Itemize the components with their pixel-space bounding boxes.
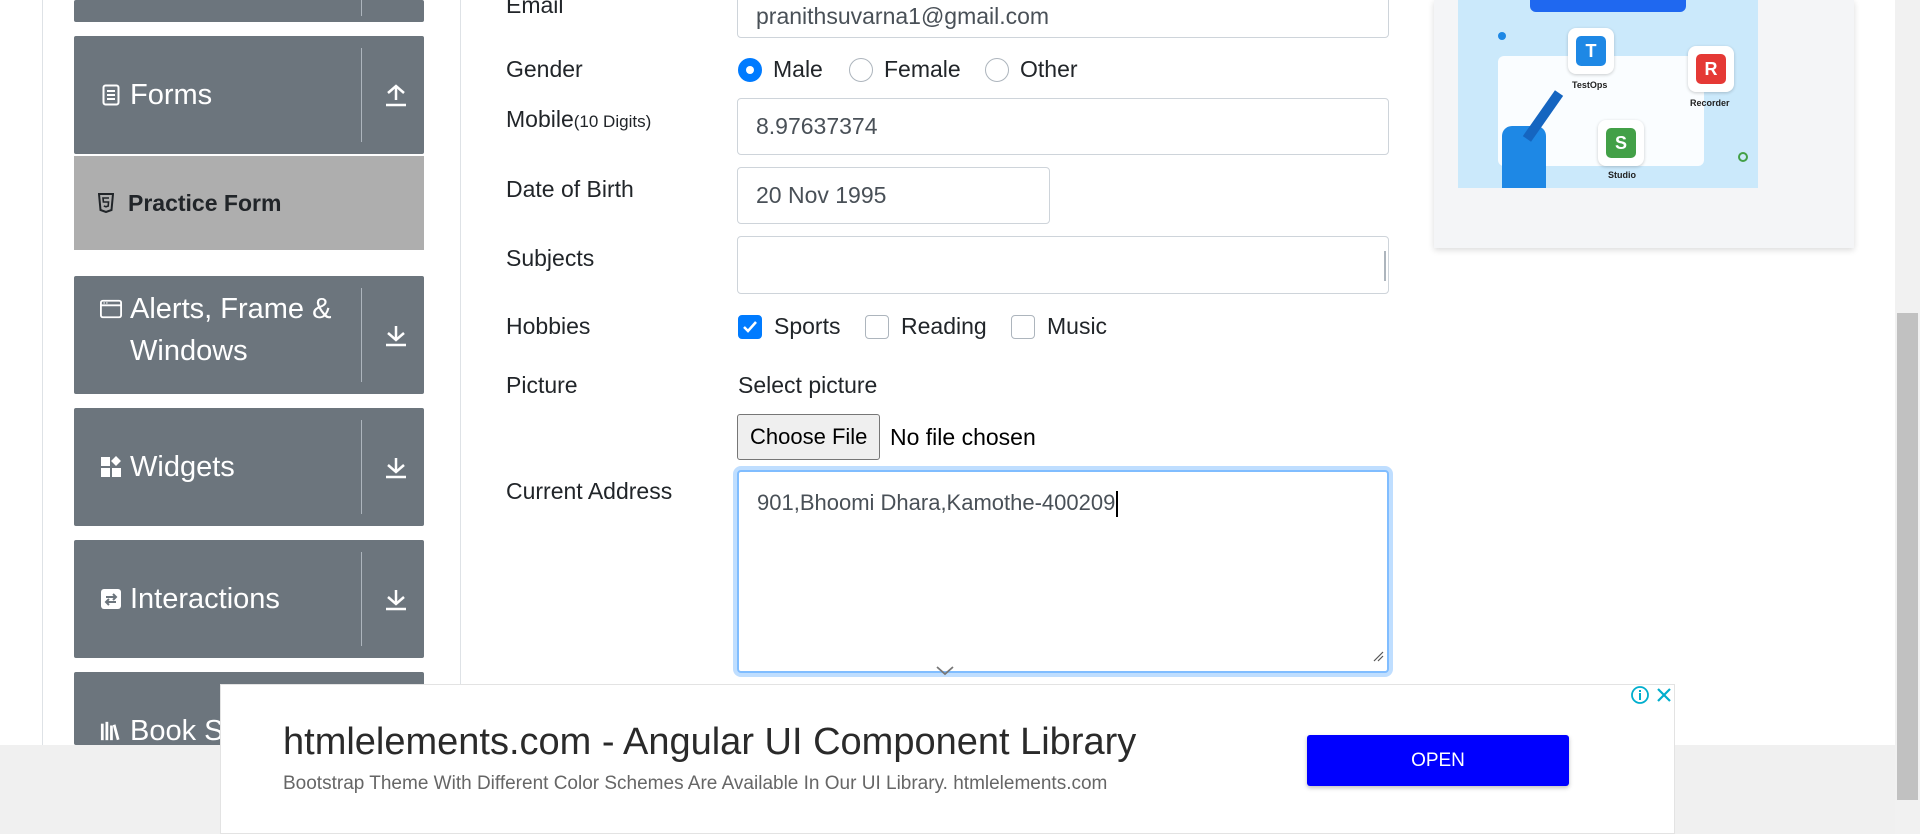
studio-logo-icon: S <box>1598 120 1644 166</box>
expand-arrow-icon[interactable] <box>378 317 414 353</box>
radio-label: Other <box>1020 56 1078 82</box>
chevron-down-icon <box>935 664 955 682</box>
sidebar-item-practice-form[interactable]: Practice Form <box>74 156 424 250</box>
gender-radio-male[interactable]: Male <box>738 56 823 83</box>
subjects-input[interactable] <box>737 236 1389 294</box>
collapse-arrow-icon[interactable] <box>378 77 414 113</box>
testops-logo-icon: T <box>1568 28 1614 74</box>
form-document-icon <box>100 84 122 106</box>
recorder-logo-icon: R <box>1688 46 1734 92</box>
gender-radio-other[interactable]: Other <box>985 56 1078 83</box>
picture-label: Picture <box>506 372 578 398</box>
address-value: 901,Bhoomi Dhara,Kamothe-400209 <box>757 490 1116 515</box>
widgets-icon <box>100 456 122 478</box>
ad-label: Studio <box>1608 170 1636 180</box>
dob-label: Date of Birth <box>506 176 634 202</box>
text-caret <box>1116 491 1119 518</box>
current-address-label: Current Address <box>506 478 673 504</box>
mobile-field[interactable]: 8.97637374 <box>737 98 1389 155</box>
sidebar-group-forms[interactable]: Forms <box>74 36 424 154</box>
ad-cta-button[interactable] <box>1530 0 1686 12</box>
circle-decoration-icon <box>1498 32 1506 40</box>
select-picture-label: Select picture <box>738 372 878 398</box>
content-border <box>460 0 461 745</box>
side-advertisement[interactable]: T TestOps R Recorder S Studio <box>1434 0 1854 248</box>
email-value: pranithsuvarna1@gmail.com <box>756 2 1050 29</box>
radio-label: Female <box>884 56 961 82</box>
radio-selected-icon[interactable] <box>738 57 762 82</box>
dob-value: 20 Nov 1995 <box>756 182 887 208</box>
sidebar-group-label: Widgets <box>130 451 235 483</box>
sidebar-group-widgets[interactable]: Widgets <box>74 408 424 526</box>
radio-icon[interactable] <box>849 57 873 82</box>
circle-decoration-icon <box>1738 152 1748 162</box>
ad-label: TestOps <box>1572 80 1608 90</box>
checkbox-label: Reading <box>901 313 987 339</box>
interactions-icon <box>100 588 122 610</box>
browser-window-icon <box>100 298 122 320</box>
sidebar-group-alerts[interactable]: Alerts, Frame & Windows <box>74 276 424 394</box>
email-label: Email <box>506 0 564 18</box>
choose-file-button[interactable]: Choose File <box>737 414 881 460</box>
file-status: No file chosen <box>890 424 1036 450</box>
hobby-checkbox-music[interactable]: Music <box>1011 313 1107 340</box>
radio-label: Male <box>773 56 823 82</box>
html5-icon <box>96 192 116 214</box>
email-field[interactable]: pranithsuvarna1@gmail.com <box>737 0 1389 38</box>
dob-input[interactable]: 20 Nov 1995 <box>737 167 1050 224</box>
radio-icon[interactable] <box>985 57 1009 82</box>
checkbox-icon[interactable] <box>1011 314 1035 339</box>
checkbox-icon[interactable] <box>865 314 889 339</box>
sidebar-group-label: Forms <box>130 79 213 111</box>
checkbox-label: Sports <box>774 313 841 339</box>
input-resize-marker <box>1384 251 1386 281</box>
banner-description: Bootstrap Theme With Different Color Sch… <box>283 773 1108 794</box>
hobby-checkbox-sports[interactable]: Sports <box>738 313 840 340</box>
ad-label: Recorder <box>1690 98 1730 108</box>
hobbies-label: Hobbies <box>506 313 591 339</box>
resize-handle-icon[interactable] <box>1372 642 1384 668</box>
sidebar-group-label: Alerts, Frame & Windows <box>130 293 332 367</box>
checkbox-checked-icon[interactable] <box>738 314 762 339</box>
expand-arrow-icon[interactable] <box>378 581 414 617</box>
subjects-label: Subjects <box>506 245 595 271</box>
banner-title[interactable]: htmlelements.com - Angular UI Component … <box>283 721 1136 764</box>
sidebar-border <box>42 0 43 745</box>
sidebar-group-elements[interactable] <box>74 0 424 22</box>
sidebar-item-label: Practice Form <box>128 189 282 216</box>
gender-radio-female[interactable]: Female <box>849 56 961 83</box>
sidebar-group-label: Book S <box>130 715 224 745</box>
expand-arrow-icon[interactable] <box>378 449 414 485</box>
hobby-checkbox-reading[interactable]: Reading <box>865 313 987 340</box>
sidebar-group-interactions[interactable]: Interactions <box>74 540 424 658</box>
gender-label: Gender <box>506 56 583 82</box>
ad-info-icon[interactable] <box>1629 684 1651 706</box>
banner-open-button[interactable]: OPEN <box>1307 735 1569 786</box>
scrollbar-thumb[interactable] <box>1897 313 1918 800</box>
sidebar-group-label: Interactions <box>130 583 280 615</box>
mobile-value: 8.97637374 <box>756 113 878 139</box>
mobile-label: Mobile(10 Digits) <box>506 106 652 132</box>
ad-illustration: T TestOps R Recorder S Studio <box>1458 0 1758 188</box>
banner-advertisement[interactable]: htmlelements.com - Angular UI Component … <box>220 684 1675 834</box>
books-icon <box>100 720 122 742</box>
current-address-textarea[interactable]: 901,Bhoomi Dhara,Kamothe-400209 <box>737 470 1389 673</box>
ad-close-icon[interactable] <box>1653 684 1675 706</box>
checkbox-label: Music <box>1047 313 1108 339</box>
